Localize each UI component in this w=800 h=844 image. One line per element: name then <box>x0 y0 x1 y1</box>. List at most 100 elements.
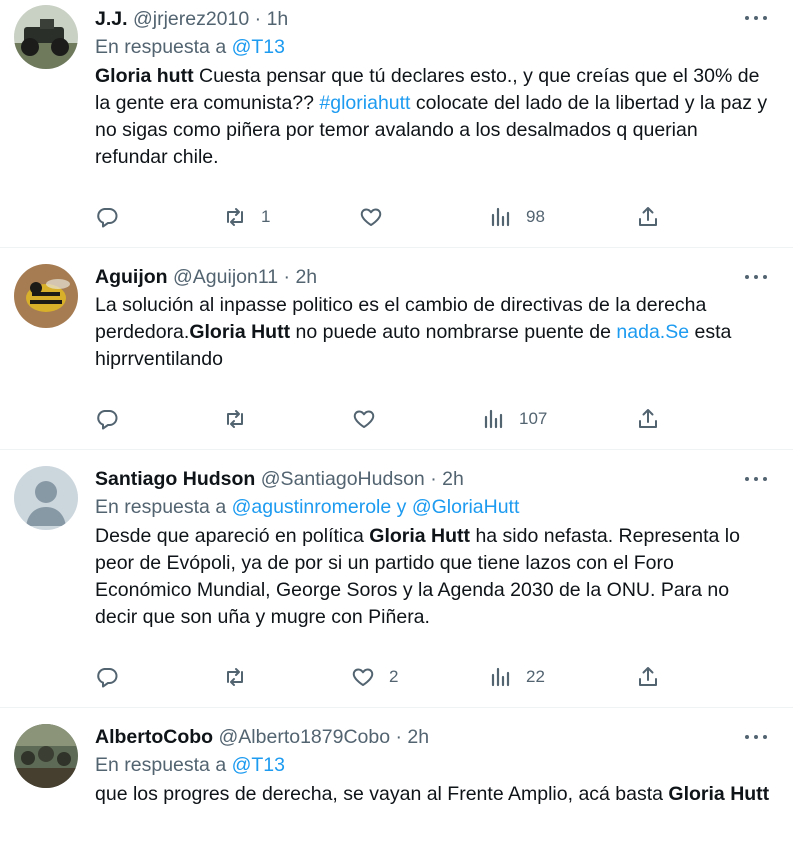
action-bar: 2 22 <box>95 662 675 692</box>
user-handle[interactable]: @Aguijon11 <box>173 266 278 288</box>
share-upload-icon <box>639 409 657 428</box>
more-options-button[interactable] <box>745 733 767 741</box>
tweet-header: J.J. @jrjerez2010 · 1h <box>95 6 771 32</box>
reply-button[interactable] <box>95 404 119 434</box>
reply-prefix: En respuesta a <box>95 36 232 58</box>
reply-button[interactable] <box>95 202 119 232</box>
more-options-button[interactable] <box>745 14 767 22</box>
heart-icon <box>353 410 375 428</box>
views-button[interactable]: 98 <box>488 202 545 232</box>
mention-link[interactable]: @T13 <box>232 754 285 776</box>
text-segment: que los progres de derecha, se vayan al … <box>95 783 669 805</box>
separator-dot: · <box>430 468 437 490</box>
more-options-button[interactable] <box>745 273 767 281</box>
display-name[interactable]: J.J. <box>95 8 128 30</box>
timestamp[interactable]: 2h <box>407 726 429 748</box>
like-button[interactable] <box>359 202 383 232</box>
user-handle[interactable]: @SantiagoHudson <box>261 468 425 490</box>
tweet-2[interactable]: Aguijon @Aguijon11 · 2h La solución al i… <box>0 248 793 450</box>
retweet-button[interactable]: 1 <box>223 202 270 232</box>
views-count: 98 <box>526 207 545 226</box>
action-bar: 107 <box>95 404 675 434</box>
text-segment: no puede auto nombrarse puente de <box>290 321 617 343</box>
speech-bubble-icon <box>97 208 118 228</box>
heart-icon <box>360 208 382 226</box>
like-count: 2 <box>389 667 399 686</box>
tweet-text: Desde que apareció en política Gloria Hu… <box>95 523 771 631</box>
reply-context: En respuesta a @agustinromerole y @Glori… <box>95 494 771 521</box>
user-handle[interactable]: @Alberto1879Cobo <box>219 726 391 748</box>
share-button[interactable] <box>636 662 660 692</box>
retweet-button[interactable] <box>223 662 247 692</box>
ellipsis-icon <box>745 735 749 739</box>
tweet-text: que los progres de derecha, se vayan al … <box>95 781 771 808</box>
tweet-1[interactable]: J.J. @jrjerez2010 · 1h En respuesta a @T… <box>0 0 793 248</box>
reply-context: En respuesta a @T13 <box>95 34 771 61</box>
reply-prefix: En respuesta a <box>95 496 232 518</box>
retweet-arrows-icon <box>227 208 243 226</box>
separator-dot: · <box>283 266 291 288</box>
bold-term: Gloria Hutt <box>668 783 770 805</box>
retweet-button[interactable] <box>223 404 247 434</box>
hashtag-link[interactable]: #gloriahutt <box>319 92 410 114</box>
avatar-wasp-image <box>14 264 78 328</box>
avatar[interactable] <box>14 724 78 788</box>
tweet-text: Gloria hutt Cuesta pensar que tú declare… <box>95 63 771 171</box>
views-count: 107 <box>519 409 548 428</box>
bold-term: Gloria Hutt <box>369 525 471 547</box>
reply-context: En respuesta a @T13 <box>95 752 771 779</box>
mention-link[interactable]: @agustinromerole <box>232 496 392 518</box>
views-count: 22 <box>526 667 545 686</box>
reply-joiner: y <box>391 496 412 518</box>
bar-chart-icon <box>491 667 510 687</box>
separator-dot: · <box>395 726 403 748</box>
like-button[interactable] <box>352 404 376 434</box>
display-name[interactable]: Santiago Hudson <box>95 468 255 490</box>
ellipsis-icon <box>745 275 749 279</box>
timestamp[interactable]: 2h <box>295 266 317 288</box>
speech-bubble-icon <box>97 410 118 430</box>
avatar[interactable] <box>14 5 78 69</box>
avatar[interactable] <box>14 466 78 530</box>
timestamp[interactable]: 2h <box>442 468 464 490</box>
more-options-button[interactable] <box>745 475 767 483</box>
tweet-3[interactable]: Santiago Hudson @SantiagoHudson · 2h En … <box>0 450 793 708</box>
user-handle[interactable]: @jrjerez2010 <box>133 8 249 30</box>
reply-prefix: En respuesta a <box>95 754 232 776</box>
share-button[interactable] <box>636 404 660 434</box>
tweet-header: Aguijon @Aguijon11 · 2h <box>95 264 771 290</box>
heart-icon <box>352 668 374 686</box>
bold-term: Gloria hutt <box>95 65 194 87</box>
share-button[interactable] <box>636 202 660 232</box>
speech-bubble-icon <box>97 668 118 688</box>
share-upload-icon <box>639 207 657 226</box>
bar-chart-icon <box>484 409 503 429</box>
default-avatar-image <box>14 466 78 530</box>
retweet-arrows-icon <box>227 668 243 686</box>
tweet-4[interactable]: AlbertoCobo @Alberto1879Cobo · 2h En res… <box>0 708 793 844</box>
bar-chart-icon <box>491 207 510 227</box>
ellipsis-icon <box>745 16 749 20</box>
action-bar: 1 98 <box>95 202 675 232</box>
retweet-count: 1 <box>261 207 271 226</box>
retweet-arrows-icon <box>227 410 243 428</box>
mention-link[interactable]: @T13 <box>232 36 285 58</box>
text-segment: Desde que apareció en política <box>95 525 370 547</box>
separator-dot: · <box>254 8 262 30</box>
tweet-header: Santiago Hudson @SantiagoHudson · 2h <box>95 466 771 492</box>
display-name[interactable]: Aguijon <box>95 266 168 288</box>
ellipsis-icon <box>745 477 749 481</box>
reply-button[interactable] <box>95 662 119 692</box>
url-link[interactable]: nada.Se <box>616 321 689 343</box>
timestamp[interactable]: 1h <box>267 8 289 30</box>
views-button[interactable]: 22 <box>488 662 545 692</box>
avatar[interactable] <box>14 264 78 328</box>
mention-link[interactable]: @GloriaHutt <box>412 496 520 518</box>
share-upload-icon <box>639 667 657 686</box>
avatar-atv-image <box>14 5 78 69</box>
views-button[interactable]: 107 <box>481 404 547 434</box>
tweet-header: AlbertoCobo @Alberto1879Cobo · 2h <box>95 724 771 750</box>
like-button[interactable]: 2 <box>351 662 398 692</box>
display-name[interactable]: AlbertoCobo <box>95 726 213 748</box>
bold-term: Gloria Hutt <box>189 321 291 343</box>
